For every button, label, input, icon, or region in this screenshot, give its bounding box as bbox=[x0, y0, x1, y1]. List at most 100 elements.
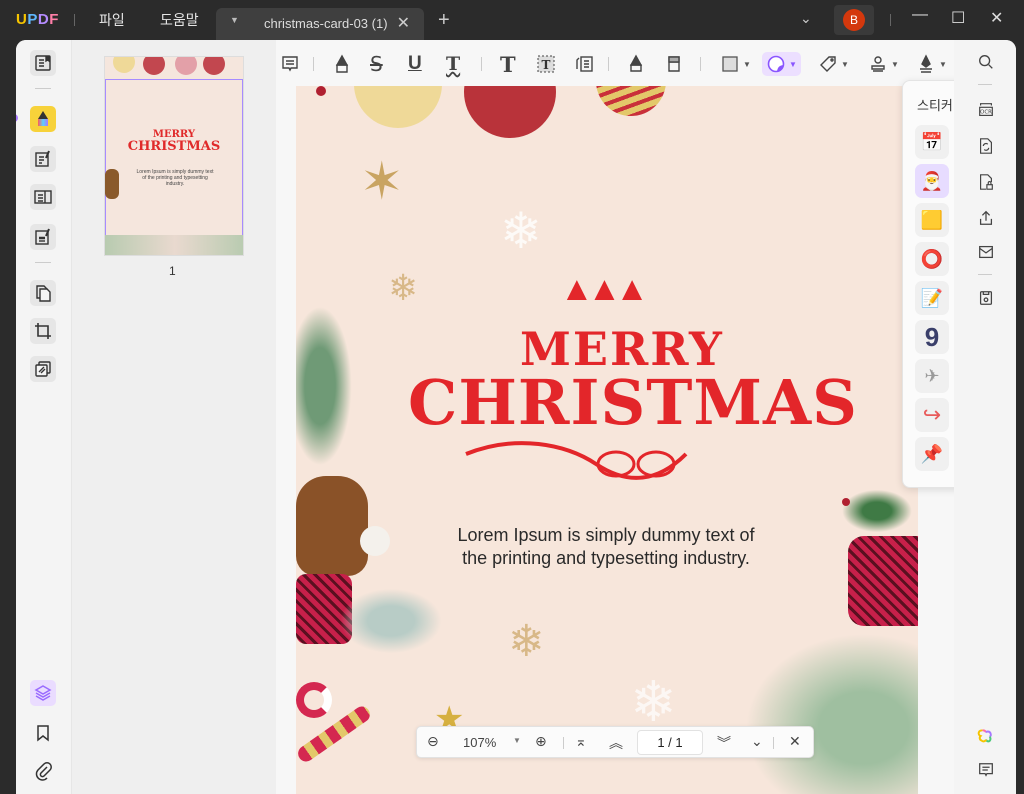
new-tab-button[interactable]: + bbox=[438, 9, 450, 32]
text-tool[interactable]: T bbox=[500, 52, 516, 77]
tag-tool[interactable]: ▼ bbox=[818, 52, 849, 76]
document-tab[interactable]: ▼ christmas-card-03 (1) ✕ bbox=[216, 8, 424, 40]
pine-foliage bbox=[736, 626, 918, 794]
svg-text:T: T bbox=[542, 58, 551, 72]
previous-page-button[interactable]: ︽ bbox=[609, 733, 623, 753]
eraser-icon bbox=[668, 56, 680, 72]
stamp-icon bbox=[871, 56, 885, 72]
menu-help[interactable]: 도움말 bbox=[160, 10, 199, 30]
divider bbox=[700, 57, 701, 71]
pinecone bbox=[296, 476, 368, 576]
layers-button[interactable] bbox=[30, 680, 56, 706]
stamp-tool[interactable]: ▼ bbox=[868, 52, 899, 76]
account-button[interactable]: B bbox=[834, 5, 874, 35]
highlighter-icon bbox=[38, 111, 48, 126]
crop-button[interactable] bbox=[30, 318, 56, 344]
attachment-button[interactable] bbox=[30, 758, 56, 784]
left-sidebar bbox=[16, 40, 72, 794]
book-icon bbox=[35, 55, 51, 71]
signature-tool[interactable]: ▼ bbox=[916, 52, 947, 76]
fill-sign-button[interactable] bbox=[30, 224, 56, 250]
paperclip-icon bbox=[35, 762, 52, 781]
striped-ornament bbox=[596, 86, 666, 116]
zoom-level[interactable]: 107% bbox=[463, 735, 496, 750]
zoom-in-button[interactable]: ⊕ bbox=[535, 733, 547, 750]
updf-logo: UPDF bbox=[16, 11, 59, 28]
search-button[interactable] bbox=[974, 50, 998, 74]
edit-document-icon bbox=[35, 150, 50, 167]
email-button[interactable] bbox=[974, 240, 998, 264]
new-year-icon: 📅 bbox=[920, 131, 944, 152]
text-box-tool[interactable]: T bbox=[536, 52, 556, 76]
next-page-button[interactable]: ︾ bbox=[717, 733, 731, 753]
sticker-category-christmas[interactable]: 🎅 bbox=[915, 164, 949, 198]
menu-file[interactable]: 파일 bbox=[99, 10, 125, 30]
sticker-category-numbers[interactable]: 9 bbox=[915, 320, 949, 354]
close-window-button[interactable]: ✕ bbox=[990, 8, 1003, 28]
sticker-category-arrow[interactable]: ↪ bbox=[915, 398, 949, 432]
save-button[interactable] bbox=[974, 286, 998, 310]
text-callout-tool[interactable] bbox=[574, 52, 594, 76]
zoom-out-button[interactable]: ⊖ bbox=[427, 733, 439, 750]
chevron-down-icon[interactable]: ⌄ bbox=[800, 10, 812, 27]
pdf-page[interactable]: ✶ ❄ ❄ ▲▲▲ MERRY CHRISTMAS Lorem Ipsum is… bbox=[296, 86, 918, 794]
zoom-dropdown-icon[interactable]: ▼ bbox=[513, 736, 521, 745]
squiggly-tool[interactable]: T bbox=[446, 52, 460, 76]
watermark-button[interactable] bbox=[30, 356, 56, 382]
sticker-tool[interactable]: ▼ bbox=[762, 52, 801, 76]
white-snowflake: ❄ bbox=[500, 203, 542, 259]
reader-mode-button[interactable] bbox=[30, 50, 56, 76]
edit-pdf-button[interactable] bbox=[30, 146, 56, 172]
pencil-tool[interactable] bbox=[626, 52, 646, 76]
sticker-category-circle[interactable]: ⭕ bbox=[915, 242, 949, 276]
comment-tool[interactable] bbox=[280, 52, 300, 76]
ocr-button[interactable]: OCR bbox=[974, 98, 998, 122]
title-bar: UPDF 파일 도움말 ▼ christmas-card-03 (1) ✕ + … bbox=[0, 0, 1024, 40]
thumb-body: Lorem Ipsum is simply dummy text of the … bbox=[136, 169, 214, 187]
first-page-button[interactable]: ⌅ bbox=[575, 733, 587, 750]
tab-dropdown-icon[interactable]: ▼ bbox=[230, 15, 239, 25]
thumb-title: CHRISTMAS bbox=[127, 139, 221, 154]
bookmark-button[interactable] bbox=[30, 720, 56, 746]
comment-mode-button[interactable] bbox=[30, 106, 56, 132]
strikethrough-tool[interactable]: S bbox=[370, 52, 383, 76]
share-icon bbox=[979, 210, 993, 225]
divider bbox=[74, 14, 75, 26]
underline-tool[interactable]: U bbox=[408, 52, 422, 76]
sticker-category-note[interactable]: 📌 bbox=[915, 437, 949, 471]
plaid-bow bbox=[848, 536, 918, 626]
form-button[interactable] bbox=[30, 184, 56, 210]
sticker-category-paper-plane[interactable]: ✈ bbox=[915, 359, 949, 393]
page-thumbnail[interactable]: MERRY CHRISTMAS Lorem Ipsum is simply du… bbox=[104, 56, 244, 256]
gold-snowflake: ❄ bbox=[388, 267, 419, 308]
share-button[interactable] bbox=[974, 206, 998, 230]
page-number-input[interactable]: 1 / 1 bbox=[637, 730, 703, 755]
ai-icon bbox=[977, 729, 992, 743]
organize-pages-button[interactable] bbox=[30, 280, 56, 306]
sticker-category-tape[interactable]: 🟨 bbox=[915, 203, 949, 237]
eraser-tool[interactable] bbox=[664, 52, 684, 76]
comment-list-icon bbox=[979, 763, 993, 777]
last-page-button[interactable]: ⌄ bbox=[751, 733, 763, 750]
sticker-category-notepad[interactable]: 📝 bbox=[915, 281, 949, 315]
convert-button[interactable] bbox=[974, 134, 998, 158]
ornament bbox=[113, 57, 135, 73]
sticker-panel-title: 스티커 bbox=[917, 98, 953, 113]
paper-plane-icon: ✈ bbox=[924, 365, 940, 386]
highlight-tool[interactable] bbox=[332, 52, 352, 76]
maximize-button[interactable]: ☐ bbox=[951, 8, 965, 28]
close-tab-icon[interactable]: ✕ bbox=[397, 13, 410, 33]
close-navbar-button[interactable]: ✕ bbox=[789, 733, 801, 750]
pencil-icon bbox=[629, 54, 643, 72]
ai-assistant-button[interactable] bbox=[974, 724, 998, 748]
comments-list-button[interactable] bbox=[974, 758, 998, 782]
lock-file-icon bbox=[980, 174, 993, 190]
berry bbox=[842, 498, 850, 506]
minimize-button[interactable]: — bbox=[912, 6, 928, 24]
convert-icon bbox=[980, 138, 992, 154]
active-indicator bbox=[16, 114, 18, 122]
protect-button[interactable] bbox=[974, 170, 998, 194]
crop-icon bbox=[35, 323, 51, 339]
sticker-category-new-year[interactable]: 📅 bbox=[915, 125, 949, 159]
shape-tool[interactable]: ▼ bbox=[720, 52, 751, 76]
